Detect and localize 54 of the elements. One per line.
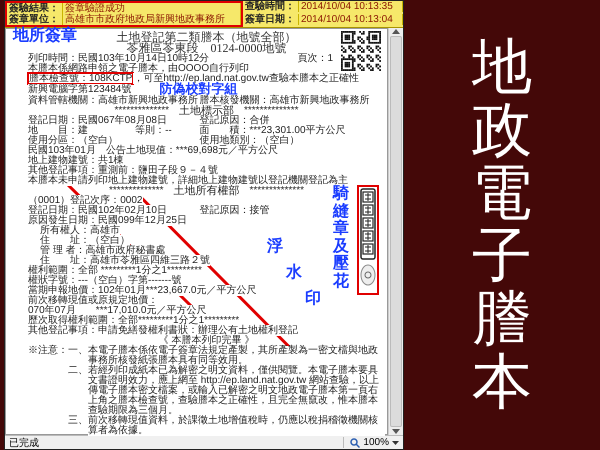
status-text: 已完成 xyxy=(9,436,39,450)
document-text: ，可至http://ep.land.nat.gov.tw查驗本謄本之正確性 xyxy=(133,73,359,84)
document-text: 原因發生日期：民國099年12月25日 xyxy=(28,215,187,226)
document-text: 住 址：（空白） xyxy=(40,235,130,246)
document-text: 其他登記事項：申請免繕發權利書狀：辦理公有土地權利登記 xyxy=(28,325,298,336)
qr-code-icon xyxy=(341,31,381,71)
document-text: 資料管轄機關：高雄市新興地政事務所 xyxy=(28,95,198,106)
document-text: 070年07月 ***17,010.0元／平方公尺 xyxy=(28,305,206,316)
document-text: 地 目：建 xyxy=(28,125,88,136)
field-label: 簽驗結果： xyxy=(7,3,63,14)
document-text: 權狀字號：---（空白）字第-------號 xyxy=(28,275,182,286)
document-text: 歷次取得權利範圍：全部*********1分之1********* xyxy=(28,315,240,326)
document-text: 等則：-- xyxy=(135,125,172,136)
document-text: 謄本核發機關：高雄市新興地政事務所 xyxy=(199,95,370,106)
zoom-level[interactable]: 100% xyxy=(363,437,389,448)
up-arrow-icon[interactable] xyxy=(392,28,400,34)
field-label: 查驗時間： xyxy=(243,1,299,12)
callout-label: 印 xyxy=(305,289,321,307)
field-label: 簽章日期： xyxy=(243,14,299,25)
field-value: 簽章驗證成功 xyxy=(63,3,241,14)
callout-label: 地所簽章 xyxy=(13,26,77,44)
document-text: 其他登記事項：重測前：鹽田子段９－４號 xyxy=(28,165,218,176)
field-label: 簽章單位： xyxy=(7,14,63,25)
magnifier-icon xyxy=(350,438,360,448)
field-value: 2014/10/04 10:13:04 xyxy=(299,14,403,25)
document-text: 權利範圍：全部 *********1分之1********* xyxy=(28,265,202,276)
document-text: 登記日期：民國102年02月10日 xyxy=(28,205,167,216)
slide-title: 地政電子謄本 xyxy=(472,36,532,414)
callout-label: 防偽校對字組 xyxy=(159,84,238,96)
note-text: 前次移轉現值資料，於課徵土地增值稅時，仍應以稅捐稽徵機關核算者為依據。 xyxy=(88,416,385,436)
document-text: 頁次：1 xyxy=(297,53,333,64)
document-text: 面 積：***23,301.00平方公尺 xyxy=(199,125,346,136)
divider-stars: ************** xyxy=(109,185,164,196)
document-text: 住 址：高雄市苓雅區四維三路２號 xyxy=(40,255,210,266)
document-text: 當期申報地價：102年01月***23,667.0元／平方公尺 xyxy=(28,285,256,296)
document-text: 列印時間：民國103年10月14日10時12分 xyxy=(28,53,210,64)
document-text: 所有權人：高雄市 xyxy=(40,225,120,236)
document-text: 本謄本未申請列印地上建物建號，詳細地上建物建號以登記機關登記為主 xyxy=(28,175,348,186)
document-text: 登記原因：接管 xyxy=(199,205,270,216)
callout-label: 騎縫章及壓花 xyxy=(333,184,349,290)
callout-label: 浮 xyxy=(267,237,283,255)
document-text: 地上建物建號：共1棟 xyxy=(28,155,124,166)
document-text: 登記原因：合併 xyxy=(199,115,270,126)
section-heading: 土地所有權部 xyxy=(174,185,240,197)
down-arrow-icon[interactable] xyxy=(392,429,400,435)
document-text: 民國103年01月 公告土地現值：***69,698元／平方公尺 xyxy=(28,145,278,156)
field-value: 2014/10/04 10:13:35 xyxy=(299,1,403,12)
caret-icon[interactable] xyxy=(392,440,399,444)
document-text: 登記日期：民國067年08月08日 xyxy=(28,115,167,126)
scrollbar[interactable] xyxy=(388,28,403,435)
document-text: 管 理 者：高雄市政府秘書處 xyxy=(40,245,166,256)
callout-label: 水 xyxy=(286,263,302,281)
field-value: 高雄市市政府地政局新興地政事務所 xyxy=(63,14,241,25)
document-text: 新興電腦字第123484號 xyxy=(28,84,132,95)
